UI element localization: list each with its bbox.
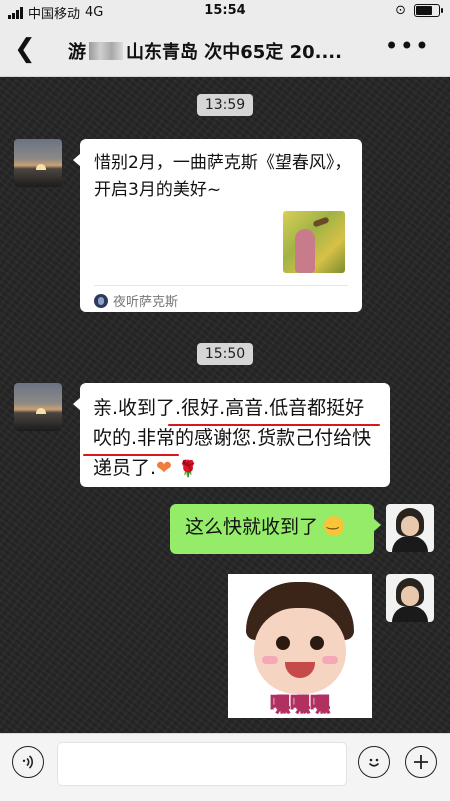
heart-icon: ❤ xyxy=(156,457,172,479)
link-card[interactable]: 惜别2月，一曲萨克斯《望春风》，开启3月的美好~ 夜听萨克斯 xyxy=(73,139,362,312)
timestamp-label: 13:59 xyxy=(196,94,254,116)
red-underline xyxy=(168,424,380,426)
avatar[interactable] xyxy=(14,383,62,431)
message-text: 亲.收到了.很好.高音.低音都挺好吹的.非常的感谢您.货款己付给快递员了.❤ 🌹 xyxy=(93,393,378,484)
rose-icon: 🌹 xyxy=(178,459,198,478)
avatar[interactable] xyxy=(386,504,434,552)
avatar[interactable] xyxy=(14,139,62,187)
red-underline xyxy=(83,454,179,456)
voice-icon[interactable] xyxy=(12,746,44,778)
card-source-label: 夜听萨克斯 xyxy=(113,295,179,310)
message-text: 这么快就收到了 xyxy=(185,512,345,539)
message-body: 亲.收到了.很好.高音.低音都挺好吹的.非常的感谢您.货款己付给快递员了. xyxy=(93,397,372,479)
rotation-lock-icon: ⊙ xyxy=(395,3,406,18)
input-bar xyxy=(0,733,450,801)
message-body: 这么快就收到了 xyxy=(185,516,319,538)
add-icon[interactable] xyxy=(405,746,437,778)
chat-header: ❮ 游 山东青岛 次中65定 20.... ••• xyxy=(0,22,450,77)
message-bubble[interactable]: 亲.收到了.很好.高音.低音都挺好吹的.非常的感谢您.货款己付给快递员了.❤ 🌹 xyxy=(73,383,390,487)
timestamp: 13:59 xyxy=(0,94,450,116)
account-icon xyxy=(94,293,108,308)
card-thumbnail xyxy=(283,211,345,273)
chat-area[interactable]: 13:59 惜别2月，一曲萨克斯《望春风》，开启3月的美好~ 夜听萨克斯 15:… xyxy=(0,77,450,733)
redacted-name xyxy=(89,42,123,60)
clock: 15:54 xyxy=(204,3,246,18)
chat-title-prefix: 游 xyxy=(68,42,86,63)
more-icon[interactable]: ••• xyxy=(385,32,430,60)
emoji-icon[interactable] xyxy=(358,746,390,778)
avatar[interactable] xyxy=(386,574,434,622)
sticker-image[interactable]: 嘿嘿嘿 xyxy=(228,574,372,718)
status-bar: 中国移动 4G 15:54 ⊙ xyxy=(0,0,450,22)
chat-title-rest: 山东青岛 次中65定 20.... xyxy=(126,42,342,63)
card-divider xyxy=(94,285,348,286)
timestamp: 15:50 xyxy=(0,343,450,365)
sticker-caption: 嘿嘿嘿 xyxy=(270,692,331,717)
timestamp-label: 15:50 xyxy=(196,343,254,365)
card-source: 夜听萨克斯 xyxy=(94,291,178,310)
battery-icon xyxy=(414,4,443,17)
chevron-left-icon[interactable]: ❮ xyxy=(14,34,36,64)
chat-title: 游 山东青岛 次中65定 20.... xyxy=(68,38,342,64)
smile-emoji-icon xyxy=(324,514,345,536)
card-title: 惜别2月，一曲萨克斯《望春风》，开启3月的美好~ xyxy=(94,153,352,200)
message-bubble[interactable]: 这么快就收到了 xyxy=(170,504,381,554)
message-input[interactable] xyxy=(57,742,347,786)
